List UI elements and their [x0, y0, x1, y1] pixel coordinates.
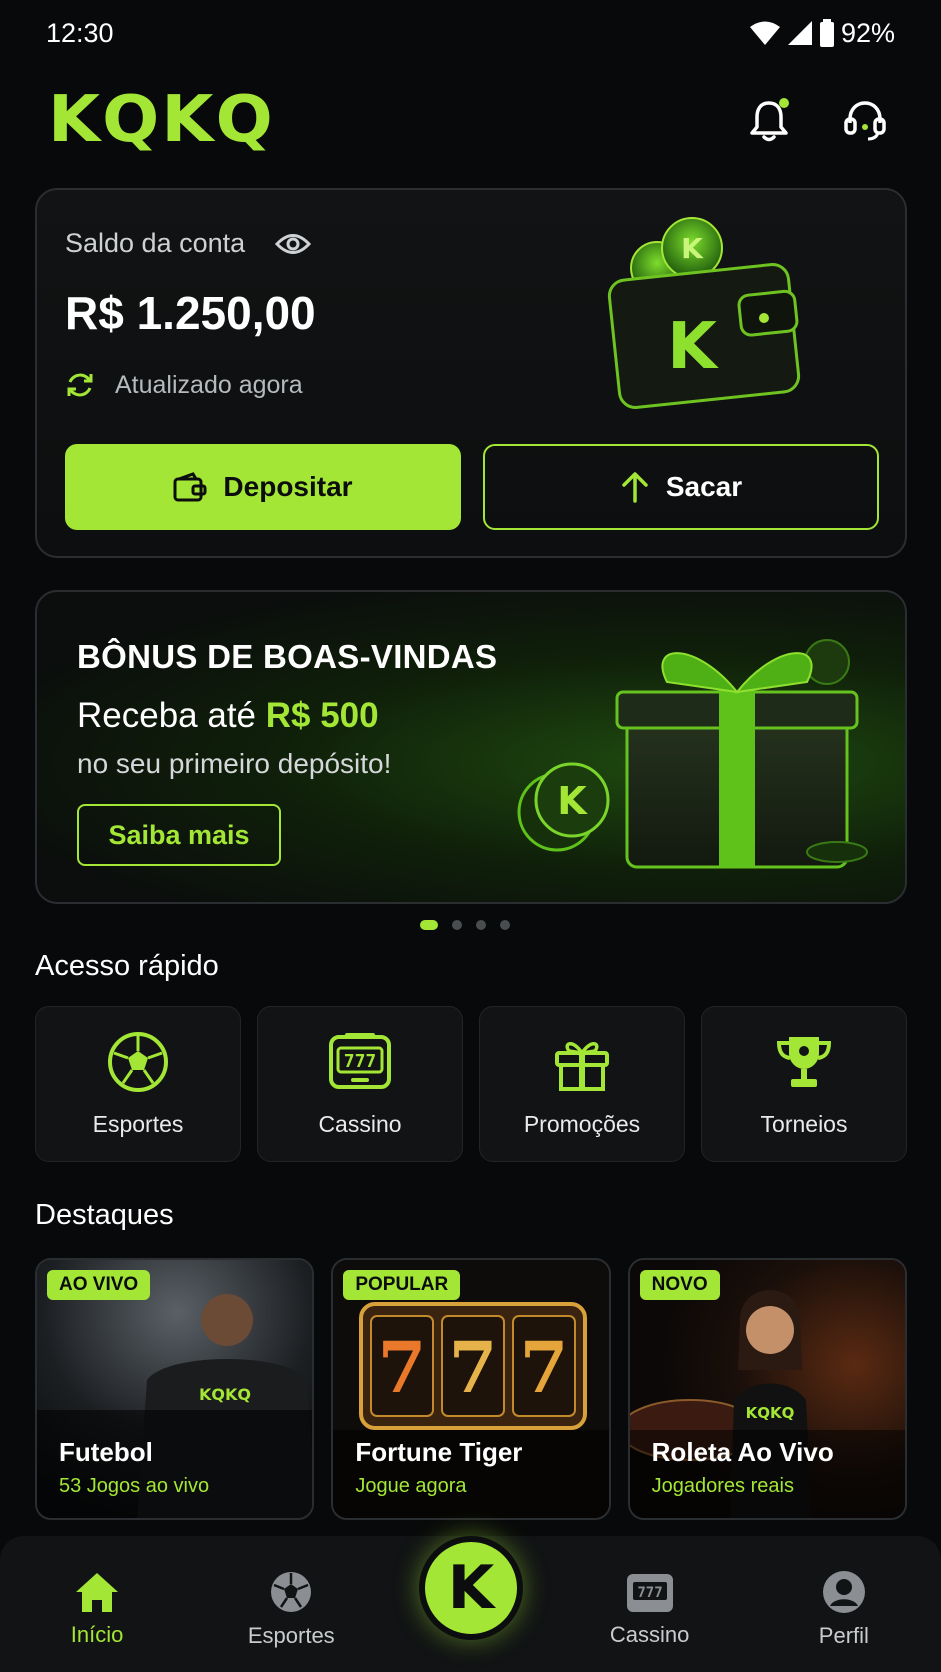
gift-illustration: K — [517, 639, 868, 869]
trophy-icon — [776, 1036, 832, 1087]
promo-subtitle: Receba até R$ 500 — [77, 696, 379, 736]
nav-label: Esportes — [247, 1623, 335, 1648]
balance-label: Saldo da conta — [65, 228, 246, 258]
arrow-up-icon — [622, 472, 648, 503]
learn-more-button[interactable]: Saiba mais — [77, 804, 281, 866]
status-icons: 92% — [749, 18, 895, 49]
nav-label: Perfil — [818, 1623, 869, 1648]
highlight-title: Fortune Tiger — [355, 1437, 523, 1467]
gift-icon — [555, 1041, 609, 1091]
quick-item-label: Torneios — [760, 1110, 848, 1137]
carousel-dot[interactable] — [420, 920, 438, 930]
highlight-badge: POPULAR — [343, 1270, 461, 1300]
quick-item-label: Cassino — [318, 1110, 402, 1137]
promo-amount: R$ 500 — [265, 696, 379, 735]
highlights-title: Destaques — [35, 1199, 174, 1231]
deposit-button[interactable]: Depositar — [65, 444, 461, 530]
home-icon — [76, 1573, 119, 1612]
promo-sub-prefix: Receba até — [77, 696, 266, 735]
carousel-dot[interactable] — [500, 920, 510, 930]
quick-item-promocoes[interactable]: Promoções — [479, 1006, 685, 1162]
refresh-icon[interactable] — [65, 370, 95, 400]
quick-item-torneios[interactable]: Torneios — [701, 1006, 907, 1162]
highlight-badge: NOVO — [639, 1270, 720, 1300]
balance-updated-row: Atualizado agora — [65, 370, 303, 400]
soccer-ball-icon — [271, 1572, 312, 1612]
svg-text:K: K — [681, 232, 704, 265]
eye-icon[interactable] — [275, 231, 312, 257]
nav-item-cassino[interactable]: 777 Cassino — [575, 1560, 725, 1648]
promo-description: no seu primeiro depósito! — [77, 748, 392, 779]
highlight-card-fortune-tiger[interactable]: 7 7 7 POPULAR Fortune Tiger Jogue agora — [331, 1258, 611, 1520]
nav-label: Início — [70, 1622, 124, 1647]
highlight-title: Futebol — [59, 1437, 153, 1467]
highlight-card-futebol[interactable]: KQKQ AO VIVO Futebol 53 Jogos ao vivo — [35, 1258, 315, 1520]
svg-text:7: 7 — [378, 1326, 427, 1409]
highlight-subtitle: 53 Jogos ao vivo — [59, 1475, 210, 1497]
svg-text:KQKQ: KQKQ — [745, 1404, 794, 1422]
svg-text:K: K — [667, 310, 719, 384]
svg-text:777: 777 — [637, 1585, 662, 1601]
quick-access-title: Acesso rápido — [35, 950, 219, 982]
nav-label: Cassino — [609, 1622, 690, 1647]
nav-item-inicio[interactable]: Início — [22, 1560, 172, 1648]
highlight-subtitle: Jogadores reais — [651, 1475, 794, 1497]
headset-icon — [844, 101, 886, 141]
soccer-ball-icon — [108, 1031, 168, 1092]
highlight-badge: AO VIVO — [47, 1270, 151, 1300]
quick-item-cassino[interactable]: 777 Cassino — [257, 1006, 463, 1162]
highlight-title: Roleta Ao Vivo — [651, 1437, 834, 1467]
notifications-button[interactable] — [741, 92, 797, 148]
support-button[interactable] — [837, 92, 893, 148]
quick-item-label: Promoções — [523, 1110, 641, 1137]
app-logo[interactable]: KQKQ — [48, 83, 275, 157]
app-header: KQKQ — [0, 80, 941, 160]
promo-title: BÔNUS DE BOAS-VINDAS — [77, 638, 498, 675]
wifi-icon — [749, 21, 780, 45]
balance-updated-text: Atualizado agora — [115, 370, 303, 399]
wallet-icon — [173, 472, 207, 502]
withdraw-button[interactable]: Sacar — [483, 444, 879, 530]
nav-item-perfil[interactable]: Perfil — [769, 1559, 919, 1649]
svg-text:7: 7 — [520, 1326, 569, 1409]
highlights-row: KQKQ AO VIVO Futebol 53 Jogos ao vivo 7 … — [35, 1258, 907, 1520]
withdraw-label: Sacar — [665, 471, 743, 502]
status-bar: 12:30 92% — [0, 0, 941, 66]
promo-banner[interactable]: K BÔNUS DE BOAS-VINDAS Receba até R$ 500… — [35, 590, 907, 904]
quick-access-grid: Esportes 777 Cassino Promoções Torneios — [35, 1006, 907, 1162]
quick-item-esportes[interactable]: Esportes — [35, 1006, 241, 1162]
svg-text:7: 7 — [449, 1326, 498, 1409]
highlight-card-roleta[interactable]: KQKQ NOVO Roleta Ao Vivo Jogadores reais — [627, 1258, 907, 1520]
svg-text:777: 777 — [344, 1051, 377, 1072]
deposit-label: Depositar — [223, 471, 353, 502]
svg-text:KQKQ: KQKQ — [199, 1385, 251, 1404]
slot-machine-icon: 777 — [626, 1574, 673, 1612]
carousel-indicator — [420, 920, 510, 930]
balance-value: R$ 1.250,00 — [65, 287, 316, 339]
carousel-dot[interactable] — [452, 920, 462, 930]
user-icon — [822, 1571, 865, 1613]
slot-machine-icon: 777 — [329, 1032, 391, 1089]
balance-label-row: Saldo da conta — [65, 228, 312, 259]
status-time: 12:30 — [46, 17, 114, 48]
battery-icon — [819, 19, 834, 47]
svg-text:K: K — [557, 779, 588, 823]
balance-card: Saldo da conta R$ 1.250,00 Atualizado ag… — [35, 188, 907, 558]
quick-item-label: Esportes — [92, 1110, 184, 1137]
wallet-illustration: K K — [607, 217, 801, 409]
nav-item-esportes[interactable]: Esportes — [216, 1559, 366, 1649]
center-k-button[interactable]: K — [419, 1536, 523, 1640]
carousel-dot[interactable] — [476, 920, 486, 930]
signal-icon — [787, 21, 812, 45]
battery-level: 92% — [840, 17, 895, 48]
highlight-subtitle: Jogue agora — [355, 1475, 467, 1497]
bell-icon — [750, 98, 789, 142]
